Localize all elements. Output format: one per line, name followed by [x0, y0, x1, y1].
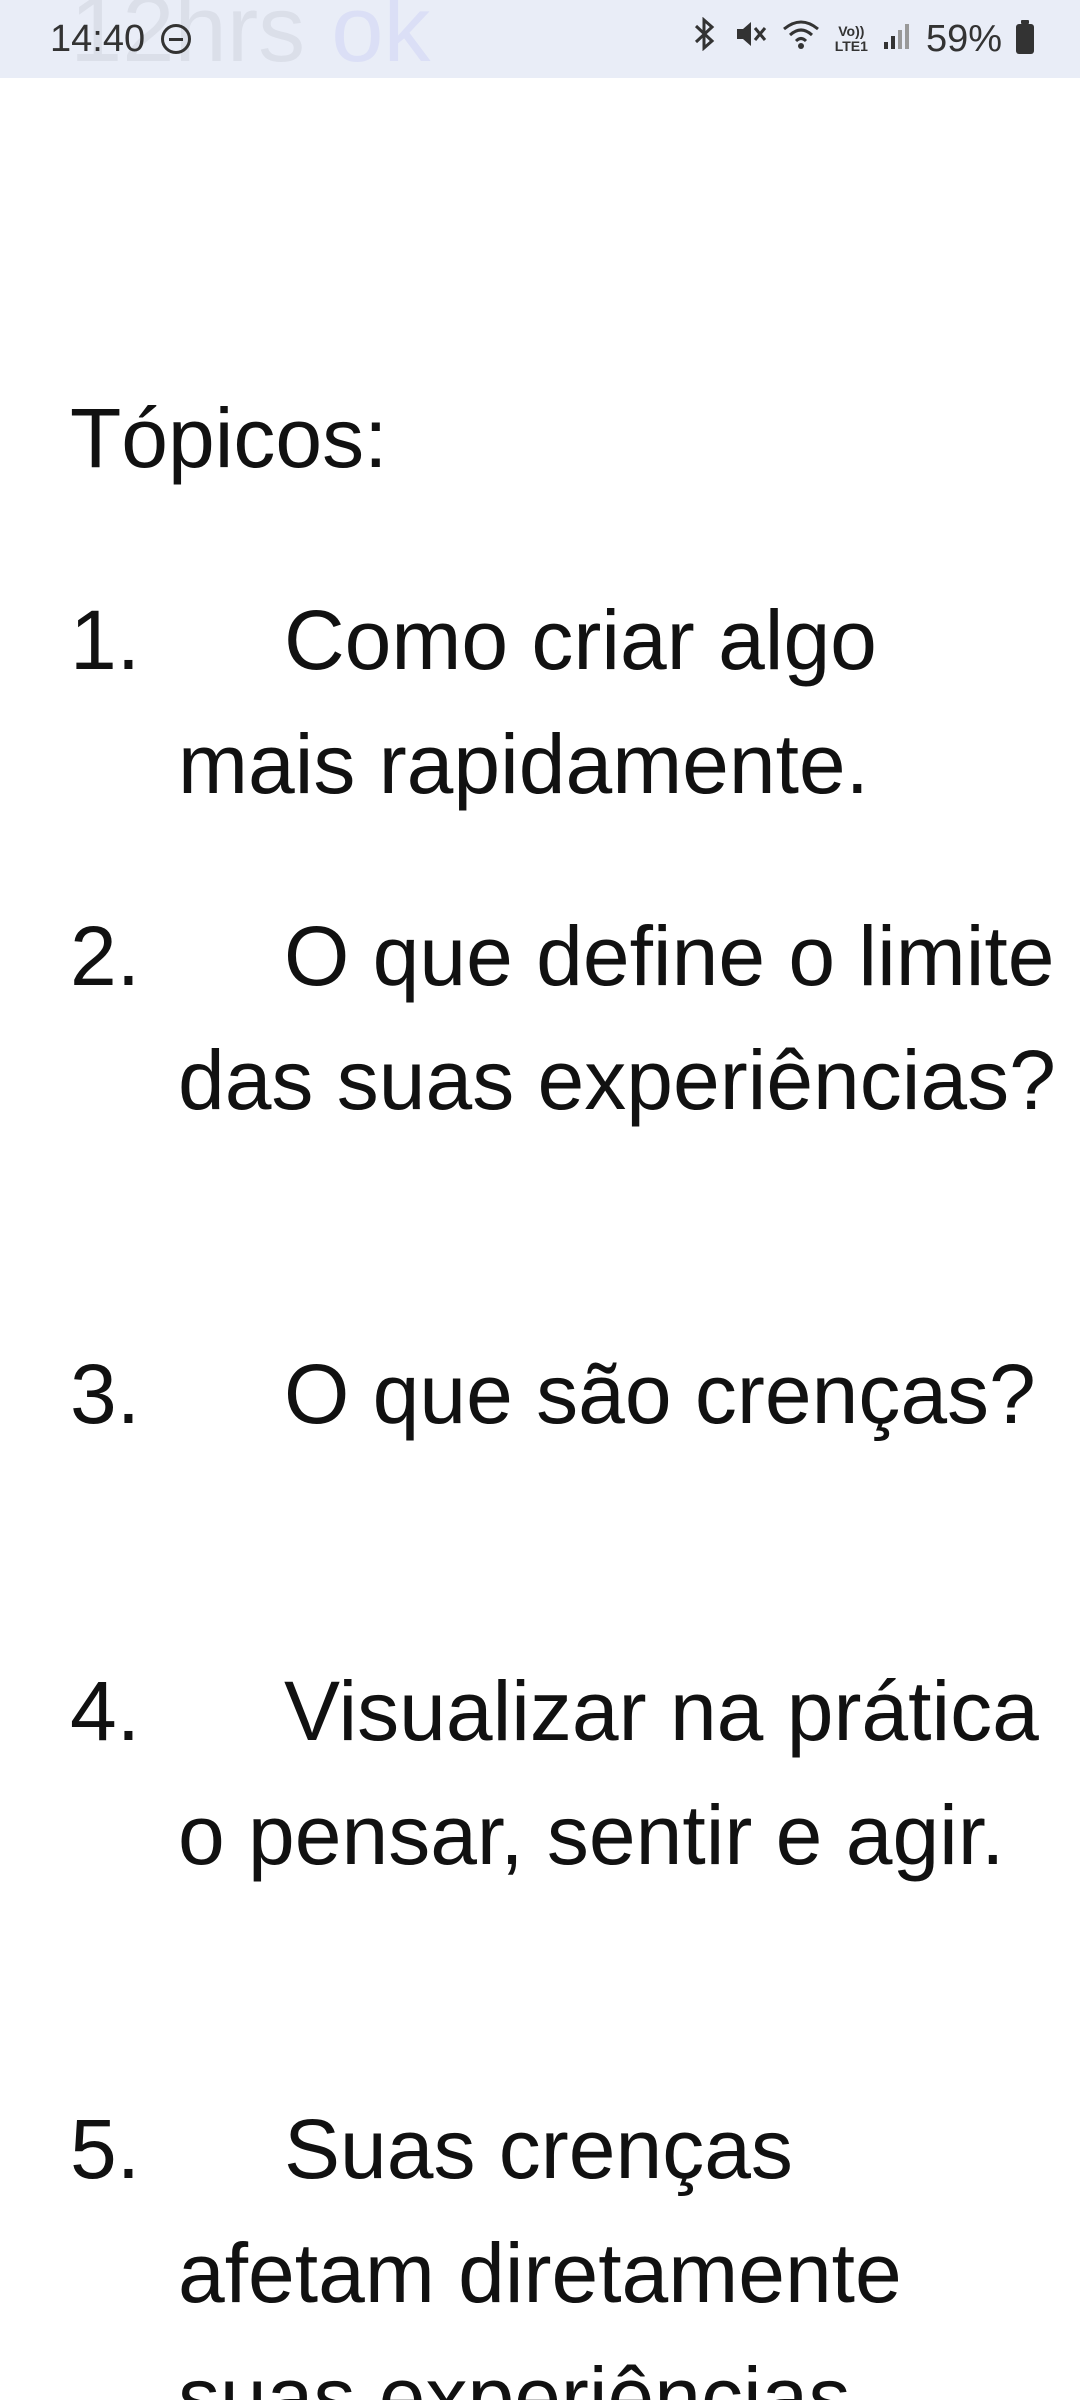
signal-icon	[882, 18, 912, 61]
status-bar: 14:40 Vo)) LTE1 59%	[0, 0, 1080, 78]
list-item-number: 4.	[70, 1664, 141, 1758]
list-item-number: 1.	[70, 593, 141, 687]
list-item: 1. Como criar algo mais rapidamente.	[70, 578, 1070, 826]
status-left: 14:40	[50, 17, 192, 61]
volte-indicator: Vo)) LTE1	[835, 24, 868, 54]
lte-label: LTE1	[834, 38, 868, 54]
document-content: 12hrs ok Tópicos: 1. Como criar algo mai…	[0, 0, 1080, 2400]
list-item-number: 3.	[70, 1347, 141, 1441]
list-item: 5. Suas crenças afetam diretamente suas …	[70, 2087, 1070, 2400]
list-item-text: Como criar algo mais rapidamente.	[178, 593, 877, 811]
wifi-icon	[781, 17, 821, 61]
list-item-number: 5.	[70, 2102, 141, 2196]
battery-percent: 59%	[925, 17, 1002, 60]
do-not-disturb-icon	[161, 24, 192, 54]
mute-icon	[733, 17, 767, 61]
list-item-number: 2.	[70, 909, 141, 1003]
list-item-text: O que são crenças?	[284, 1347, 1036, 1441]
list-item: 2. O que define o limite das suas experi…	[70, 894, 1070, 1142]
clock: 14:40	[50, 17, 146, 60]
volte-label: Vo))	[838, 23, 865, 39]
battery-icon	[1016, 20, 1034, 54]
bluetooth-icon	[691, 16, 719, 61]
topics-heading: Tópicos:	[70, 391, 388, 485]
list-item: 3. O que são crenças?	[70, 1332, 1070, 1456]
list-item-text: O que define o limite das suas experiênc…	[178, 909, 1056, 1127]
list-item-text: Suas crenças afetam diretamente suas exp…	[178, 2102, 902, 2400]
status-right: Vo)) LTE1 59%	[677, 16, 1034, 61]
list-item-text: Visualizar na prática o pensar, sentir e…	[178, 1664, 1039, 1882]
list-item: 4. Visualizar na prática o pensar, senti…	[70, 1649, 1070, 1897]
